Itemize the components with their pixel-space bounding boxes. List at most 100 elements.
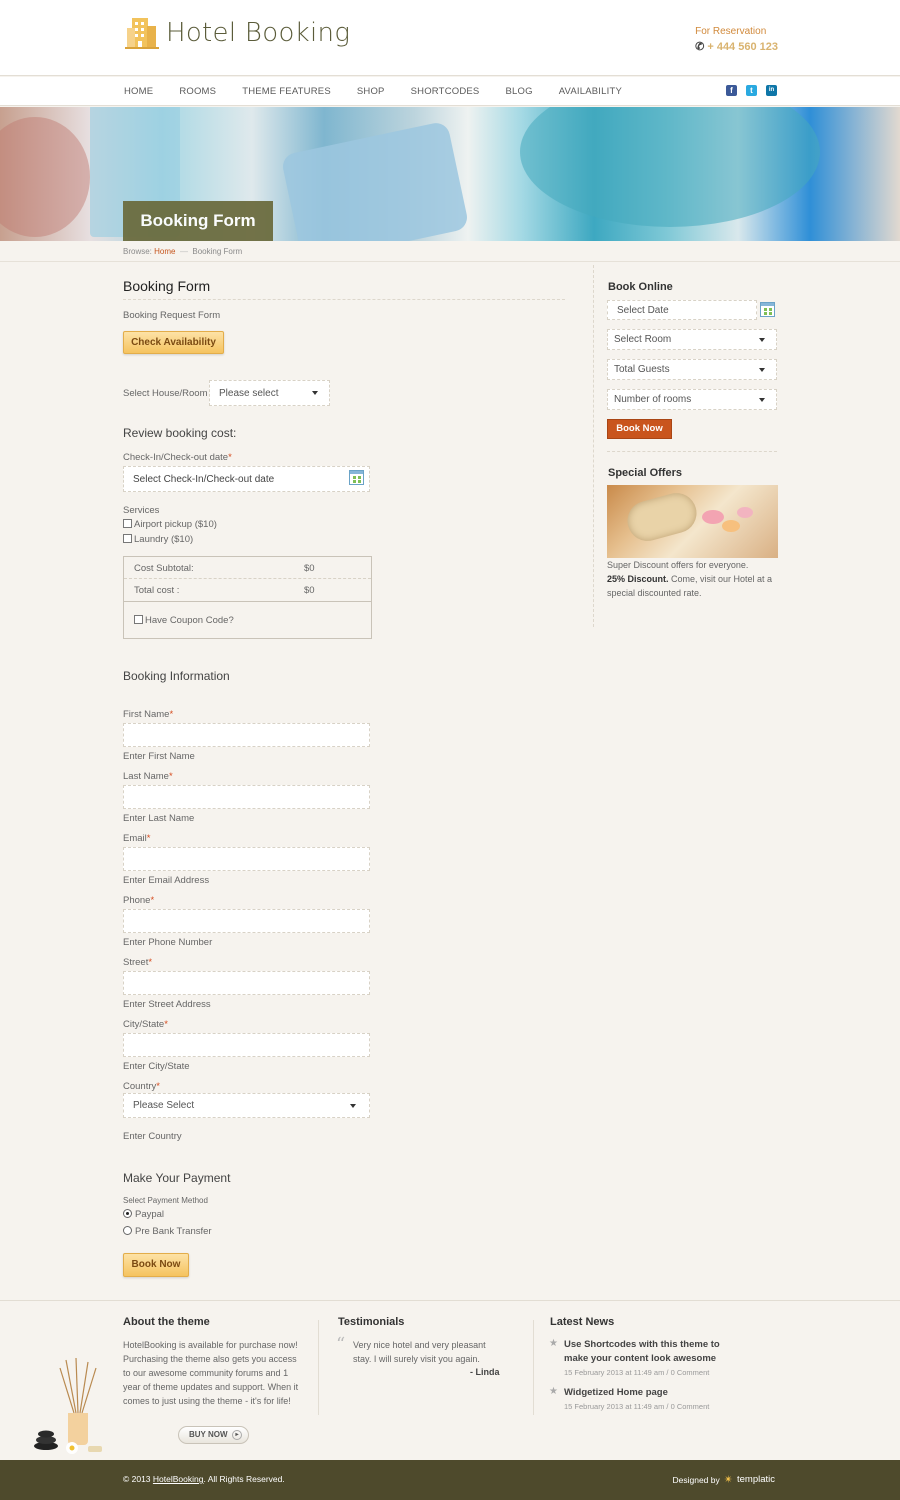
facebook-icon[interactable]: f: [726, 85, 737, 96]
sidebar-book-now-button[interactable]: Book Now: [607, 419, 672, 439]
checkin-date-input[interactable]: Select Check-In/Check-out date: [123, 466, 370, 492]
logo[interactable]: Hotel Booking: [123, 14, 350, 52]
discount-highlight: 25% Discount.: [607, 574, 669, 584]
payment-method-label: Select Payment Method: [123, 1196, 208, 1205]
reservation-info: For Reservation ✆ + 444 560 123: [695, 26, 778, 53]
phone-input[interactable]: [123, 909, 370, 933]
testimonial-author: - Linda: [470, 1367, 500, 1377]
calendar-icon[interactable]: [760, 302, 775, 317]
linkedin-icon[interactable]: in: [766, 85, 777, 96]
service-airport-pickup[interactable]: Airport pickup ($10): [123, 519, 217, 530]
nav-item-theme-features[interactable]: THEME FEATURES: [242, 86, 331, 97]
country-select[interactable]: Please Select: [123, 1093, 370, 1118]
breadcrumb-separator: —: [179, 247, 188, 256]
phone-label: Phone*: [123, 895, 155, 906]
book-online-heading: Book Online: [608, 281, 673, 293]
copyright-link[interactable]: HotelBooking: [153, 1474, 204, 1484]
service-laundry[interactable]: Laundry ($10): [123, 534, 193, 545]
breadcrumb-current: Booking Form: [192, 247, 243, 256]
cost-summary-table: Cost Subtotal: $0 Total cost : $0 Have C…: [123, 556, 372, 639]
testimonial-text: Very nice hotel and very pleasant stay. …: [353, 1340, 486, 1364]
house-room-label: Select House/Room: [123, 388, 208, 399]
banner-title: Booking Form: [123, 201, 273, 241]
reservation-label: For Reservation: [695, 26, 767, 37]
chevron-down-icon: [312, 391, 318, 395]
email-input[interactable]: [123, 847, 370, 871]
select-room-dropdown[interactable]: Select Room: [607, 329, 777, 350]
radio[interactable]: [123, 1226, 132, 1235]
site-header: Hotel Booking For Reservation ✆ + 444 56…: [0, 0, 900, 76]
nav-item-availability[interactable]: AVAILABILITY: [559, 86, 622, 97]
about-theme-heading: About the theme: [123, 1316, 210, 1328]
divider: [607, 451, 777, 452]
number-of-rooms-dropdown[interactable]: Number of rooms: [607, 389, 777, 410]
check-availability-button[interactable]: Check Availability: [123, 331, 224, 354]
special-offers-heading: Special Offers: [608, 467, 682, 479]
page-title: Booking Form: [123, 278, 565, 300]
divider: [318, 1320, 319, 1415]
house-room-select[interactable]: Please select: [209, 380, 330, 406]
news-title[interactable]: Widgetized Home page: [564, 1386, 739, 1400]
news-meta: 15 February 2013 at 11:49 am / 0 Comment: [564, 1368, 710, 1377]
last-name-input[interactable]: [123, 785, 370, 809]
first-name-help: Enter First Name: [123, 751, 195, 762]
designer-link[interactable]: templatic: [737, 1474, 775, 1485]
total-guests-dropdown[interactable]: Total Guests: [607, 359, 777, 380]
nav-item-home[interactable]: HOME: [124, 86, 153, 97]
first-name-input[interactable]: [123, 723, 370, 747]
news-item[interactable]: ★ Use Shortcodes with this theme to make…: [549, 1338, 739, 1377]
copyright-bar: © 2013 HotelBooking. All Rights Reserved…: [0, 1460, 900, 1500]
booking-form: Booking Form: [123, 278, 568, 300]
testimonials-heading: Testimonials: [338, 1316, 405, 1328]
quote-icon: “: [336, 1334, 346, 1355]
news-title[interactable]: Use Shortcodes with this theme to make y…: [564, 1338, 739, 1366]
chevron-down-icon: [759, 367, 765, 372]
news-item[interactable]: ★ Widgetized Home page 15 February 2013 …: [549, 1386, 739, 1411]
street-input[interactable]: [123, 971, 370, 995]
special-offer-image[interactable]: [607, 485, 778, 558]
email-help: Enter Email Address: [123, 875, 210, 886]
house-room-value: Please select: [219, 387, 279, 399]
radio-selected[interactable]: [123, 1209, 132, 1218]
star-icon: ★: [549, 1386, 558, 1397]
special-offer-text: Super Discount offers for everyone. 25% …: [607, 560, 773, 598]
breadcrumb: Browse: Home — Booking Form: [123, 247, 242, 256]
nav-item-rooms[interactable]: ROOMS: [179, 86, 216, 97]
chevron-down-icon: [759, 337, 765, 342]
payment-heading: Make Your Payment: [123, 1171, 231, 1185]
payment-option-bank-transfer[interactable]: Pre Bank Transfer: [123, 1226, 212, 1237]
nav-item-blog[interactable]: BLOG: [505, 86, 532, 97]
nav-item-shop[interactable]: SHOP: [357, 86, 385, 97]
checkin-date-placeholder: Select Check-In/Check-out date: [133, 474, 275, 485]
hotel-building-icon: [123, 14, 161, 52]
twitter-icon[interactable]: t: [746, 85, 757, 96]
news-meta: 15 February 2013 at 11:49 am / 0 Comment: [564, 1402, 710, 1411]
star-icon: ★: [549, 1338, 558, 1349]
main-nav: HOME ROOMS THEME FEATURES SHOP SHORTCODE…: [0, 77, 900, 106]
services-label: Services: [123, 505, 160, 516]
chevron-down-icon: [350, 1103, 356, 1108]
payment-option-paypal[interactable]: Paypal: [123, 1209, 164, 1220]
calendar-icon[interactable]: [349, 470, 364, 485]
checkbox[interactable]: [134, 615, 143, 624]
booking-info-heading: Booking Information: [123, 669, 230, 683]
review-cost-heading: Review booking cost:: [123, 426, 237, 440]
checkbox[interactable]: [123, 519, 132, 528]
reservation-phone[interactable]: ✆ + 444 560 123: [695, 40, 778, 54]
latest-news-heading: Latest News: [550, 1316, 615, 1328]
checkbox[interactable]: [123, 534, 132, 543]
checkin-label: Check-In/Check-out date*: [123, 452, 232, 463]
coupon-toggle[interactable]: Have Coupon Code?: [134, 615, 234, 626]
city-state-help: Enter City/State: [123, 1061, 190, 1072]
select-date-placeholder: Select Date: [617, 304, 669, 316]
select-date-input[interactable]: Select Date: [607, 300, 757, 320]
breadcrumb-home-link[interactable]: Home: [154, 247, 175, 256]
book-now-button[interactable]: Book Now: [123, 1253, 189, 1277]
country-label: Country*: [123, 1081, 160, 1092]
country-help: Enter Country: [123, 1131, 182, 1142]
city-state-input[interactable]: [123, 1033, 370, 1057]
copyright-text: © 2013 HotelBooking. All Rights Reserved…: [123, 1474, 285, 1484]
nav-item-shortcodes[interactable]: SHORTCODES: [411, 86, 480, 97]
social-links: f t in: [726, 85, 777, 96]
buy-now-button[interactable]: BUY NOW ▸: [178, 1426, 249, 1444]
